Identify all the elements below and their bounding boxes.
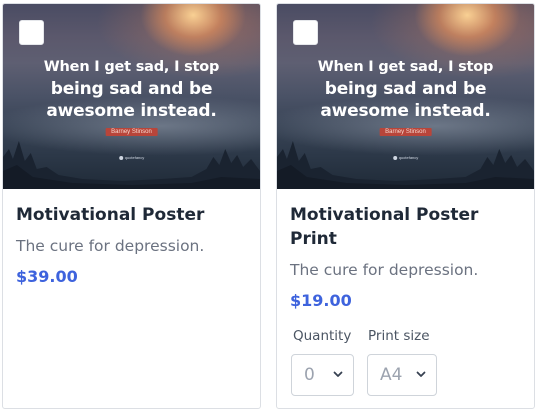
product-title: Motivational Poster Print [290,205,479,249]
image-watermark: quotefancy [118,155,144,160]
quote-line-3: awesome instead. [320,101,491,121]
print-size-value: A4 [380,365,403,385]
select-checkbox[interactable] [19,20,44,45]
product-title: Motivational Poster [16,205,205,225]
product-card-motivational-poster-print[interactable]: When I get sad, I stop being sad and be … [276,3,535,409]
watermark-icon [392,155,397,160]
quantity-select[interactable]: 0 [291,354,354,396]
quote-attribution: Barney Stinson [379,128,432,136]
image-watermark: quotefancy [392,155,418,160]
quote-line-3: awesome instead. [46,101,217,121]
product-price: $39.00 [16,267,78,286]
quantity-value: 0 [304,365,315,385]
product-description: The cure for depression. [290,261,479,279]
chevron-down-icon [333,371,343,377]
quote-line-2: being sad and be [324,79,487,99]
image-quote: When I get sad, I stop being sad and be … [277,56,534,122]
image-quote: When I get sad, I stop being sad and be … [3,56,260,122]
quantity-label: Quantity [293,328,352,344]
product-price: $19.00 [290,291,352,310]
print-size-select[interactable]: A4 [367,354,437,396]
quote-line-2: being sad and be [50,79,213,99]
quote-line-1: When I get sad, I stop [43,59,220,75]
select-checkbox[interactable] [293,20,318,45]
quote-attribution: Barney Stinson [105,128,158,136]
print-size-label: Print size [368,328,430,344]
product-card-motivational-poster[interactable]: When I get sad, I stop being sad and be … [2,3,261,409]
watermark-icon [118,155,123,160]
quote-line-1: When I get sad, I stop [317,59,494,75]
chevron-down-icon [416,371,426,377]
product-description: The cure for depression. [16,237,205,255]
